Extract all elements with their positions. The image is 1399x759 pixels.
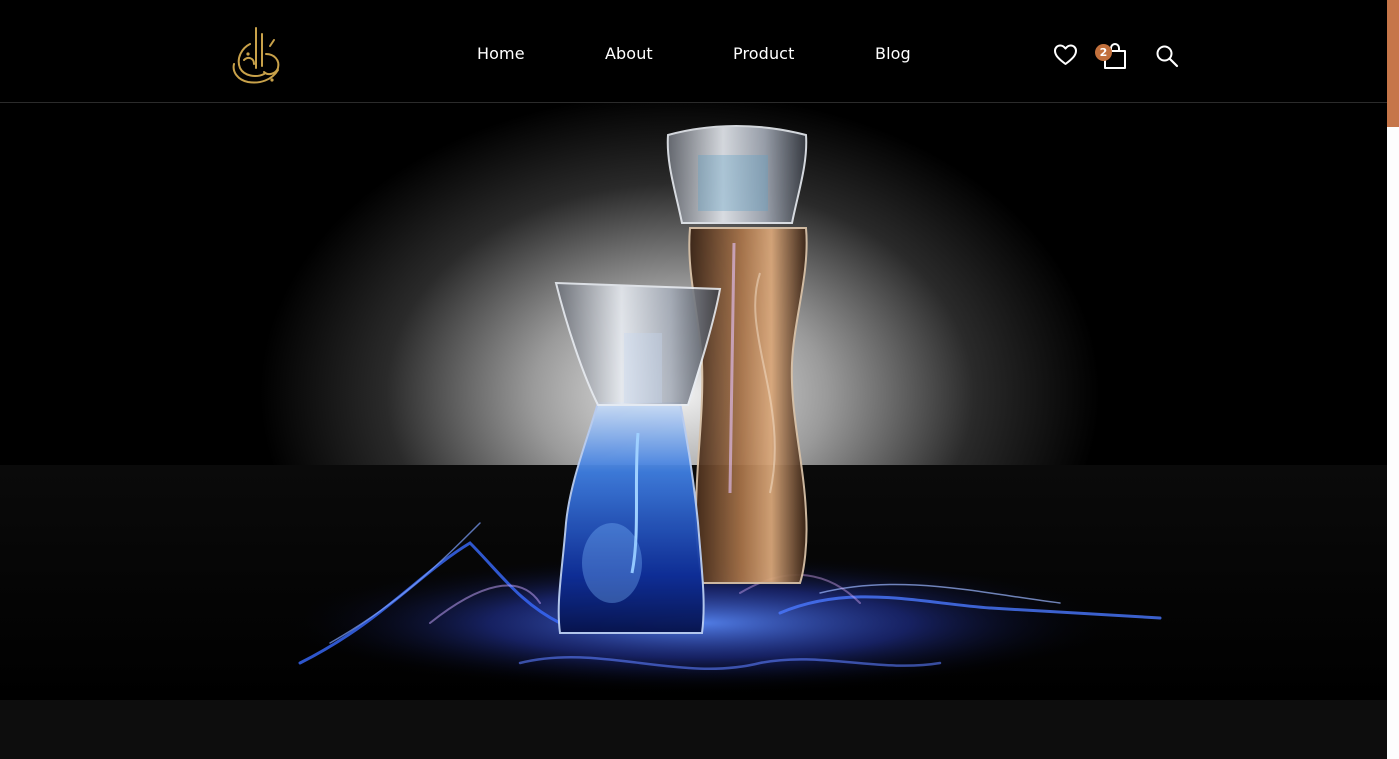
scrollbar-thumb[interactable] bbox=[1387, 0, 1399, 127]
search-icon bbox=[1156, 45, 1179, 68]
perfume-hero-image bbox=[0, 103, 1387, 700]
hero-banner bbox=[0, 103, 1387, 700]
search-button[interactable] bbox=[1155, 44, 1179, 68]
next-section bbox=[0, 700, 1387, 759]
heart-icon bbox=[1054, 44, 1077, 65]
nav-about[interactable]: About bbox=[605, 44, 653, 63]
site-header: Home About Product Blog 2 bbox=[0, 0, 1387, 103]
wishlist-button[interactable] bbox=[1053, 43, 1078, 67]
nav-home[interactable]: Home bbox=[477, 44, 525, 63]
nav-product[interactable]: Product bbox=[733, 44, 794, 63]
cart-count-badge: 2 bbox=[1095, 44, 1112, 61]
nav-blog[interactable]: Blog bbox=[875, 44, 911, 63]
